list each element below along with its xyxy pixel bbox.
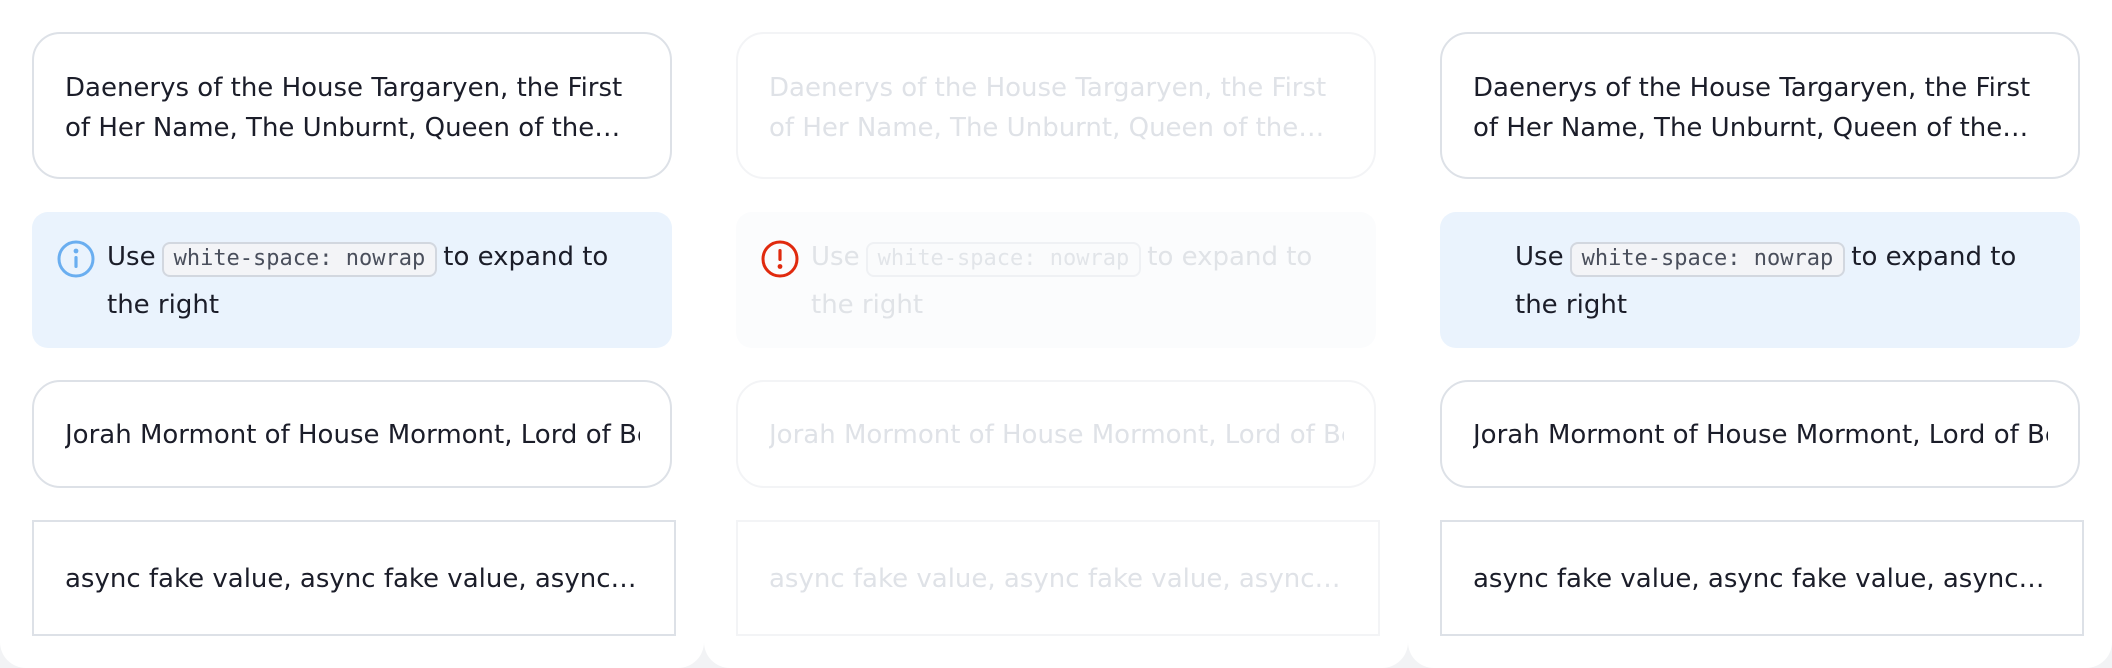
demo-panel-disabled: Daenerys of the House Targaryen, the Fir… (704, 0, 1408, 668)
nowrap-card-disabled: Jorah Mormont of House Mormont, Lord of … (736, 380, 1376, 488)
async-text: async fake value, async fake value, asyn… (1473, 564, 2052, 594)
async-card[interactable]: async fake value, async fake value, asyn… (32, 520, 676, 636)
nowrap-card[interactable]: Jorah Mormont of House Mormont, Lord of … (1440, 380, 2080, 488)
hint-prefix: Use (107, 242, 156, 272)
hint-box: Use white-space: nowrap to expand to the r… (1440, 212, 2080, 348)
hint-code: white-space: nowrap (1569, 242, 1846, 277)
hint-code: white-space: nowrap (161, 242, 438, 277)
nowrap-text: Jorah Mormont of House Mormont, Lord of … (1473, 420, 2048, 450)
nowrap-card[interactable]: Jorah Mormont of House Mormont, Lord of … (32, 380, 672, 488)
warning-circle-icon (761, 240, 799, 278)
line-clamp-text: Daenerys of the House Targaryen, the Fir… (65, 73, 623, 143)
line-clamp-text: Daenerys of the House Targaryen, the Fir… (1473, 73, 2031, 143)
async-card-disabled: async fake value, async fake value, asyn… (736, 520, 1380, 636)
hint-code: white-space: nowrap (865, 242, 1142, 277)
nowrap-text: Jorah Mormont of House Mormont, Lord of … (65, 420, 640, 450)
line-clamp-card[interactable]: Daenerys of the House Targaryen, the Fir… (32, 32, 672, 179)
hint-prefix: Use (811, 242, 860, 272)
hint-box-disabled: Use white-space: nowrap to expand to the r… (736, 212, 1376, 348)
nowrap-text: Jorah Mormont of House Mormont, Lord of … (769, 420, 1344, 450)
async-card[interactable]: async fake value, async fake value, asyn… (1440, 520, 2084, 636)
demo-panel-default: Daenerys of the House Targaryen, the Fir… (0, 0, 704, 668)
line-clamp-card[interactable]: Daenerys of the House Targaryen, the Fir… (1440, 32, 2080, 179)
info-circle-icon (57, 240, 95, 278)
line-clamp-text: Daenerys of the House Targaryen, the Fir… (769, 73, 1327, 143)
async-text: async fake value, async fake value, asyn… (65, 564, 644, 594)
async-text: async fake value, async fake value, asyn… (769, 564, 1348, 594)
demo-panel-no-icon: Daenerys of the House Targaryen, the Fir… (1408, 0, 2112, 668)
line-clamp-card-disabled: Daenerys of the House Targaryen, the Fir… (736, 32, 1376, 179)
hint-prefix: Use (1515, 242, 1564, 272)
hint-box: Use white-space: nowrap to expand to the r… (32, 212, 672, 348)
